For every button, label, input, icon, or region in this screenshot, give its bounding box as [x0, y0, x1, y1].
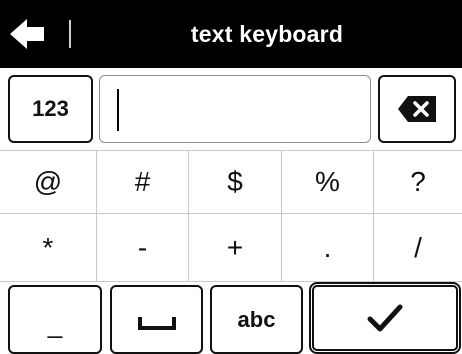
- text-keyboard-screen: text keyboard 123 @ # $ % ? * - + . / _ …: [0, 0, 462, 354]
- numbers-mode-label: 123: [32, 96, 69, 121]
- letters-mode-label: abc: [237, 306, 276, 332]
- key-label: $: [227, 165, 243, 197]
- key-percent[interactable]: %: [282, 150, 373, 213]
- key-plus[interactable]: +: [189, 214, 281, 281]
- space-key[interactable]: [110, 285, 203, 354]
- key-asterisk[interactable]: *: [0, 214, 96, 281]
- key-slash[interactable]: /: [374, 214, 462, 281]
- key-period[interactable]: .: [282, 214, 373, 281]
- page-title: text keyboard: [190, 20, 344, 47]
- numbers-mode-key[interactable]: 123: [8, 75, 93, 143]
- key-label: +: [226, 231, 244, 263]
- key-question[interactable]: ?: [374, 150, 462, 213]
- confirm-key[interactable]: [309, 282, 461, 354]
- letters-mode-key[interactable]: abc: [210, 285, 303, 354]
- text-input-field[interactable]: [99, 75, 371, 143]
- space-bar-icon: [137, 316, 176, 330]
- header-divider: [69, 20, 71, 48]
- key-label: %: [315, 165, 340, 197]
- key-label: *: [42, 231, 54, 263]
- key-dollar[interactable]: $: [189, 150, 281, 213]
- key-label: -: [137, 231, 148, 263]
- symbol-key-grid: @ # $ % ? * - + . /: [0, 150, 462, 282]
- checkmark-icon: [367, 304, 403, 332]
- key-label: ?: [410, 165, 426, 197]
- header-bar: text keyboard: [0, 0, 462, 68]
- underscore-key[interactable]: _: [8, 285, 102, 354]
- back-button[interactable]: [10, 14, 66, 54]
- backspace-icon: [398, 96, 436, 122]
- key-label: .: [323, 231, 332, 263]
- key-label: #: [134, 165, 151, 197]
- key-label: /: [414, 231, 422, 263]
- backspace-key[interactable]: [378, 75, 456, 143]
- underscore-label: _: [47, 309, 63, 339]
- key-label: @: [33, 165, 63, 197]
- key-at[interactable]: @: [0, 150, 96, 213]
- key-hash[interactable]: #: [97, 150, 188, 213]
- text-caret: [117, 89, 119, 131]
- key-minus[interactable]: -: [97, 214, 188, 281]
- back-arrow-icon: [10, 19, 44, 49]
